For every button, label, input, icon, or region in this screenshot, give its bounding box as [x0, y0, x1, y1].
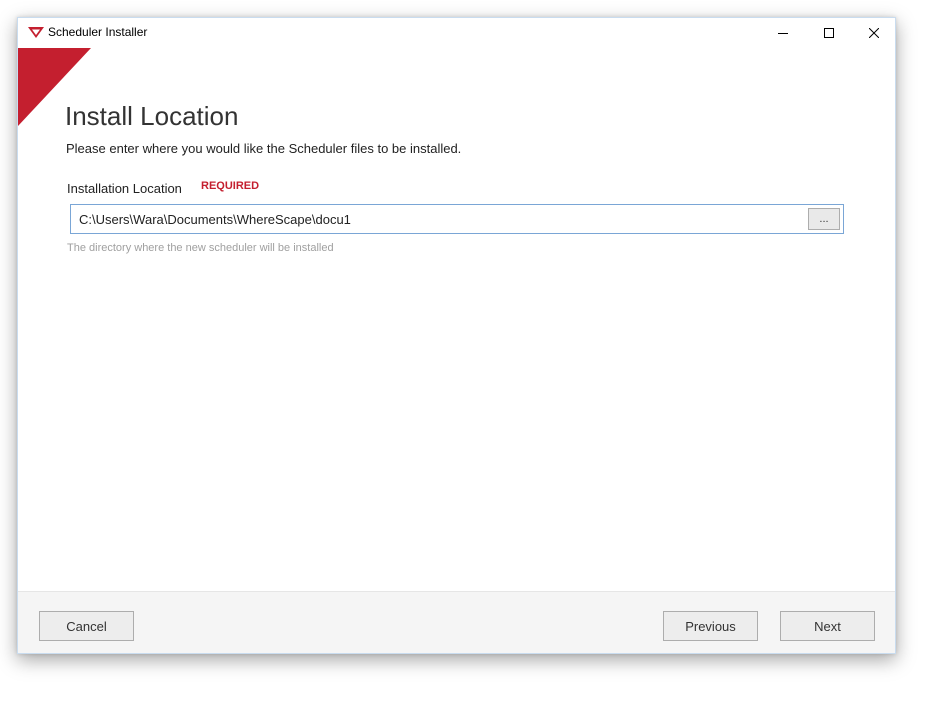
window-title: Scheduler Installer	[48, 25, 148, 39]
required-badge: REQUIRED	[201, 180, 260, 192]
installation-location-label: Installation Location	[67, 181, 182, 196]
next-button[interactable]: Next	[780, 611, 875, 641]
close-icon	[869, 28, 879, 38]
installation-location-helper: The directory where the new scheduler wi…	[67, 242, 334, 254]
maximize-icon	[824, 28, 834, 38]
minimize-icon	[778, 28, 788, 38]
cancel-button[interactable]: Cancel	[39, 611, 134, 641]
close-button[interactable]	[851, 18, 895, 48]
scheduler-app-icon	[27, 25, 45, 39]
footer-bar: Cancel Previous Next	[18, 591, 895, 653]
maximize-button[interactable]	[806, 18, 852, 48]
page-subtitle: Please enter where you would like the Sc…	[66, 141, 462, 156]
browse-button[interactable]: ...	[808, 208, 840, 230]
minimize-button[interactable]	[760, 18, 806, 48]
title-bar[interactable]: Scheduler Installer	[18, 18, 895, 48]
previous-button[interactable]: Previous	[663, 611, 758, 641]
installation-location-field: ...	[70, 204, 844, 234]
installation-location-input[interactable]	[71, 205, 801, 233]
page-title: Install Location	[65, 101, 239, 131]
installer-window: Scheduler Installer Install Location Ple…	[17, 17, 896, 654]
